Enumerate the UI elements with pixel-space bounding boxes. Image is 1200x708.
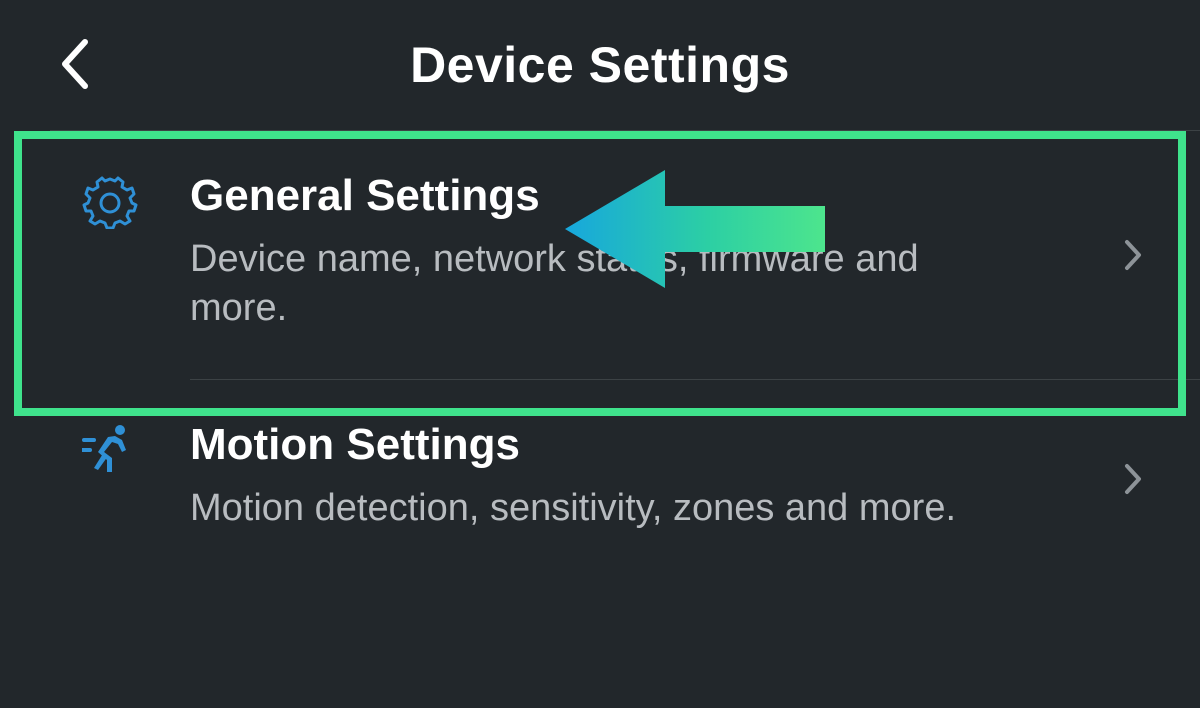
item-title: Motion Settings	[190, 420, 1130, 470]
chevron-left-icon	[59, 38, 91, 95]
page-title: Device Settings	[410, 36, 790, 94]
item-title: General Settings	[190, 171, 1130, 221]
item-subtitle: Device name, network status, firmware an…	[190, 235, 970, 334]
settings-item-motion[interactable]: Motion Settings Motion detection, sensit…	[0, 380, 1200, 578]
settings-item-general[interactable]: General Settings Device name, network st…	[0, 131, 1200, 379]
gear-icon	[80, 173, 140, 233]
back-button[interactable]	[50, 36, 100, 96]
chevron-right-icon	[1123, 462, 1145, 496]
chevron-right-icon	[1123, 238, 1145, 272]
running-person-icon	[80, 422, 140, 482]
header-bar: Device Settings	[0, 0, 1200, 130]
item-subtitle: Motion detection, sensitivity, zones and…	[190, 484, 970, 533]
